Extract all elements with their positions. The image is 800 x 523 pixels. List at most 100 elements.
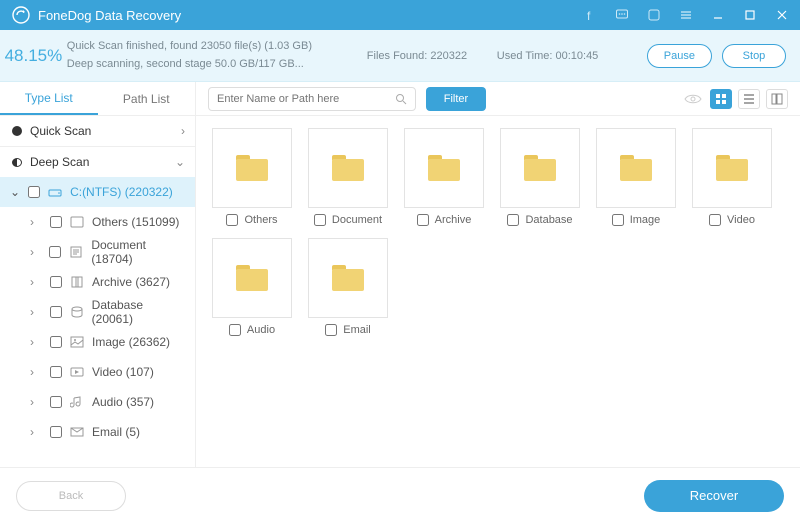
tile-label: Image: [630, 214, 661, 226]
chevron-right-icon: ›: [30, 425, 42, 439]
folder-tile[interactable]: Audio: [204, 238, 300, 336]
chevron-down-icon: ⌄: [175, 155, 185, 169]
tree-item[interactable]: ›Archive (3627): [0, 267, 195, 297]
category-icon: [70, 396, 84, 408]
tree-item[interactable]: ›Database (20061): [0, 297, 195, 327]
folder-tile[interactable]: Others: [204, 128, 300, 226]
minimize-icon[interactable]: [708, 5, 728, 25]
tree-item-checkbox[interactable]: [50, 426, 62, 438]
tree-item[interactable]: › Others (151099): [0, 207, 195, 237]
chevron-right-icon: ›: [30, 365, 42, 379]
view-list-icon[interactable]: [738, 89, 760, 109]
view-grid-icon[interactable]: [710, 89, 732, 109]
chevron-right-icon: ›: [30, 395, 42, 409]
tree-deep-scan[interactable]: Deep Scan ⌄: [0, 147, 195, 177]
tree-item-label: Image (26362): [92, 335, 170, 349]
scan-percent: 48.15%: [0, 46, 67, 66]
tree-item[interactable]: › Document (18704): [0, 237, 195, 267]
search-input[interactable]: [217, 93, 395, 105]
tile-checkbox[interactable]: [612, 214, 624, 226]
tile-checkbox[interactable]: [325, 324, 337, 336]
folder-tile[interactable]: Archive: [396, 128, 492, 226]
tile-checkbox[interactable]: [709, 214, 721, 226]
folder-thumb: [596, 128, 676, 208]
folder-icon: [524, 155, 556, 181]
tile-checkbox[interactable]: [229, 324, 241, 336]
category-icon: [70, 426, 84, 438]
stop-button[interactable]: Stop: [722, 44, 786, 68]
folder-tile[interactable]: Video: [684, 128, 780, 226]
status-line-2: Deep scanning, second stage 50.0 GB/117 …: [67, 56, 367, 74]
search-icon: [395, 93, 407, 105]
folder-tile[interactable]: Image: [588, 128, 684, 226]
chevron-right-icon: ›: [30, 245, 41, 259]
tile-checkbox[interactable]: [226, 214, 238, 226]
tile-checkbox[interactable]: [314, 214, 326, 226]
close-icon[interactable]: [772, 5, 792, 25]
folder-tile[interactable]: Email: [300, 238, 396, 336]
back-button[interactable]: Back: [16, 481, 126, 511]
tree-item[interactable]: › Audio (357): [0, 387, 195, 417]
folder-thumb: [500, 128, 580, 208]
tree-item[interactable]: › Email (5): [0, 417, 195, 447]
folder-icon: [236, 155, 268, 181]
tile-label: Video: [727, 214, 755, 226]
view-detail-icon[interactable]: [766, 89, 788, 109]
category-icon: [70, 306, 84, 318]
tree-item-checkbox[interactable]: [50, 366, 62, 378]
feedback-icon[interactable]: [612, 5, 632, 25]
folder-tile[interactable]: Database: [492, 128, 588, 226]
tree-item[interactable]: › Image (26362): [0, 327, 195, 357]
window-controls: f: [580, 5, 792, 25]
used-time: Used Time: 00:10:45: [497, 50, 647, 62]
sidebar: Type List Path List Quick Scan › Deep Sc…: [0, 82, 196, 467]
folder-icon: [236, 265, 268, 291]
tree-item-checkbox[interactable]: [50, 216, 62, 228]
drive-checkbox[interactable]: [28, 186, 40, 198]
folder-tile[interactable]: Document: [300, 128, 396, 226]
register-icon[interactable]: [644, 5, 664, 25]
folder-icon: [620, 155, 652, 181]
tree-item-label: Audio (357): [92, 395, 154, 409]
preview-icon[interactable]: [682, 93, 704, 105]
pause-button[interactable]: Pause: [647, 44, 712, 68]
tile-label: Archive: [435, 214, 472, 226]
menu-icon[interactable]: [676, 5, 696, 25]
folder-icon: [428, 155, 460, 181]
folder-thumb: [308, 238, 388, 318]
folder-thumb: [212, 128, 292, 208]
chevron-right-icon: ›: [30, 275, 42, 289]
tree-item-label: Video (107): [92, 365, 154, 379]
facebook-icon[interactable]: f: [580, 5, 600, 25]
tab-type-list[interactable]: Type List: [0, 82, 98, 115]
tree-label: Deep Scan: [30, 155, 89, 169]
tile-label: Database: [525, 214, 572, 226]
tab-path-list[interactable]: Path List: [98, 82, 196, 115]
chevron-right-icon: ›: [30, 335, 42, 349]
tile-checkbox[interactable]: [507, 214, 519, 226]
recover-button[interactable]: Recover: [644, 480, 784, 512]
category-icon: [70, 216, 84, 228]
tile-checkbox[interactable]: [417, 214, 429, 226]
tree-item-label: Email (5): [92, 425, 140, 439]
tree-item-checkbox[interactable]: [49, 246, 61, 258]
tile-label: Document: [332, 214, 382, 226]
maximize-icon[interactable]: [740, 5, 760, 25]
tile-label: Others: [244, 214, 277, 226]
tree-quick-scan[interactable]: Quick Scan ›: [0, 116, 195, 146]
tree-drive[interactable]: ⌄ C:(NTFS) (220322): [0, 177, 195, 207]
tree-item-checkbox[interactable]: [50, 396, 62, 408]
tree-item[interactable]: › Video (107): [0, 357, 195, 387]
filter-button[interactable]: Filter: [426, 87, 486, 111]
tree-item-label: Others (151099): [92, 215, 179, 229]
tree-item-checkbox[interactable]: [50, 306, 62, 318]
tree-item-label: Document (18704): [91, 238, 185, 266]
chevron-down-icon: ⌄: [10, 185, 20, 199]
chevron-right-icon: ›: [30, 215, 42, 229]
search-box[interactable]: [208, 87, 416, 111]
bullet-half-icon: [12, 158, 22, 167]
tree-item-checkbox[interactable]: [50, 336, 62, 348]
tree-item-checkbox[interactable]: [50, 276, 62, 288]
tile-label: Email: [343, 324, 371, 336]
category-icon: [70, 276, 84, 288]
